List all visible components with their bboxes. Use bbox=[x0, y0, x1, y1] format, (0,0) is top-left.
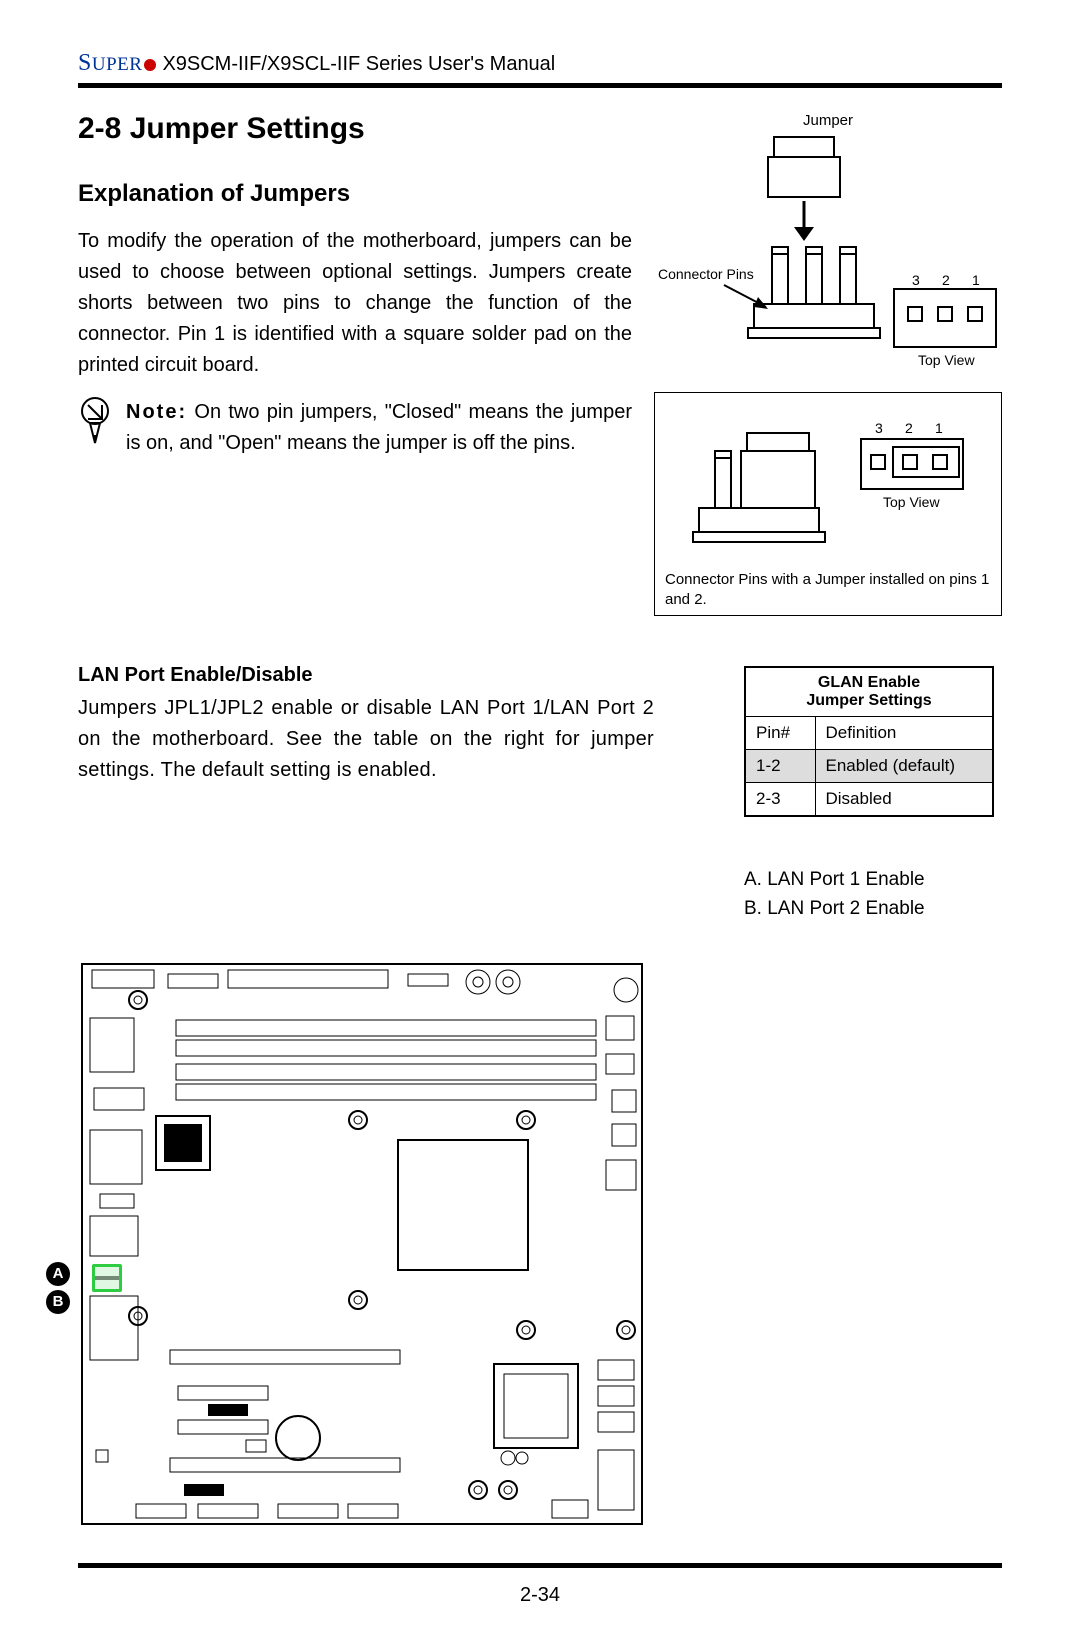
page-number: 2-34 bbox=[78, 1584, 1002, 1607]
svg-text:2: 2 bbox=[905, 420, 913, 436]
svg-text:1: 1 bbox=[935, 420, 943, 436]
page-header: SUPER X9SCM-IIF/X9SCL-IIF Series User's … bbox=[78, 50, 1002, 77]
jumper-diagram-top: Connector Pins 3 2 1 Top View bbox=[654, 129, 1002, 379]
model-line: X9SCM-IIF/X9SCL-IIF Series User's Manual bbox=[162, 53, 555, 76]
r2c1: 2-3 bbox=[745, 783, 815, 817]
svg-text:Top View: Top View bbox=[883, 494, 940, 510]
jumper-label: Jumper bbox=[654, 112, 1002, 129]
svg-text:3: 3 bbox=[912, 272, 920, 288]
pencil-icon bbox=[78, 397, 112, 445]
col-def: Definition bbox=[815, 717, 993, 750]
glan-table: GLAN Enable Jumper Settings Pin# Definit… bbox=[744, 666, 994, 817]
note-text: Note: On two pin jumpers, "Closed" means… bbox=[126, 397, 632, 459]
glan-h2: Jumper Settings bbox=[806, 692, 931, 709]
brand-logo: SUPER bbox=[78, 50, 142, 77]
note-row: Note: On two pin jumpers, "Closed" means… bbox=[78, 397, 632, 459]
brand-rest: UPER bbox=[92, 54, 143, 75]
brand-dot-icon bbox=[144, 59, 156, 71]
legend-a: A. LAN Port 1 Enable bbox=[744, 865, 1002, 894]
explanation-paragraph: To modify the operation of the mother­bo… bbox=[78, 226, 632, 381]
brand-s: S bbox=[78, 50, 92, 76]
svg-text:3: 3 bbox=[875, 420, 883, 436]
marker-a: A bbox=[46, 1262, 70, 1286]
footer-rule bbox=[78, 1563, 1002, 1568]
glan-header: GLAN Enable Jumper Settings bbox=[745, 667, 993, 717]
svg-text:1: 1 bbox=[972, 272, 980, 288]
r1c2: Enabled (default) bbox=[815, 750, 993, 783]
lan-title: LAN Port Enable/Disable bbox=[78, 664, 654, 687]
note-body: On two pin jumpers, "Closed" means the j… bbox=[126, 401, 632, 454]
note-label: Note: bbox=[126, 401, 187, 423]
svg-text:Connector Pins: Connector Pins bbox=[658, 266, 754, 282]
jumper-diagram-installed: 3 2 1 Top View Connector Pins with a Jum… bbox=[654, 392, 1002, 616]
lan-paragraph: Jumpers JPL1/JPL2 enable or disable LAN … bbox=[78, 693, 654, 786]
jumper-highlight-icon bbox=[92, 1264, 122, 1292]
section-title: 2-8 Jumper Settings bbox=[78, 112, 632, 146]
r2c2: Disabled bbox=[815, 783, 993, 817]
legend: A. LAN Port 1 Enable B. LAN Port 2 Enabl… bbox=[744, 865, 1002, 924]
svg-text:2: 2 bbox=[942, 272, 950, 288]
installed-caption: Connector Pins with a Jumper installed o… bbox=[665, 570, 991, 609]
header-rule bbox=[78, 83, 1002, 88]
r1c1: 1-2 bbox=[745, 750, 815, 783]
motherboard-diagram bbox=[78, 960, 648, 1530]
glan-h1: GLAN Enable bbox=[818, 674, 920, 691]
col-pin: Pin# bbox=[745, 717, 815, 750]
section-subtitle: Explanation of Jumpers bbox=[78, 180, 632, 208]
marker-b: B bbox=[46, 1290, 70, 1314]
legend-b: B. LAN Port 2 Enable bbox=[744, 894, 1002, 923]
svg-text:Top View: Top View bbox=[918, 352, 975, 368]
